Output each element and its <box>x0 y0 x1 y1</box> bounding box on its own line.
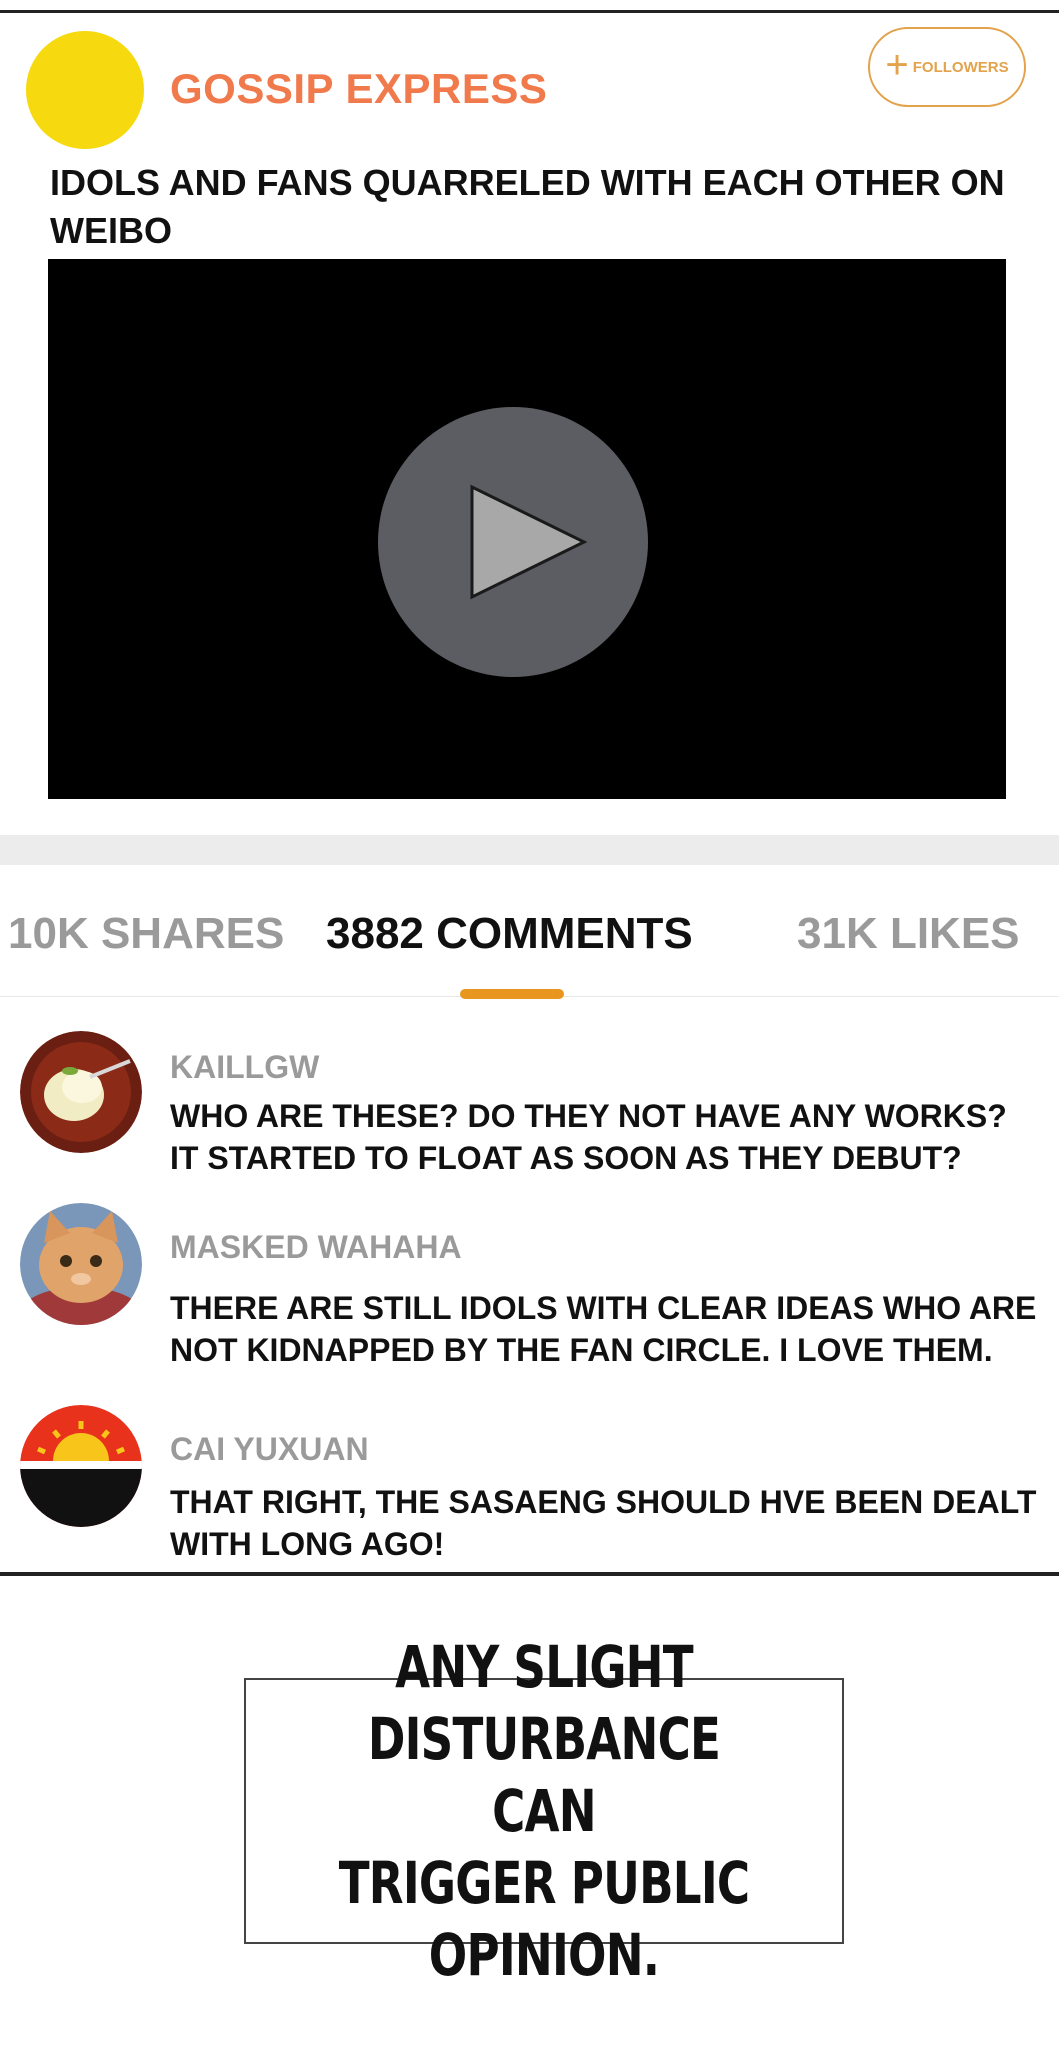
play-icon <box>470 484 588 600</box>
channel-name[interactable]: GOSSIP EXPRESS <box>170 65 547 113</box>
section-divider <box>0 835 1059 865</box>
follow-button[interactable]: + FOLLOWERS <box>868 27 1026 107</box>
channel-avatar[interactable] <box>26 31 144 149</box>
caption-box: ANY SLIGHT DISTURBANCE CAN TRIGGER PUBLI… <box>244 1633 844 1989</box>
comment-text: THAT RIGHT, THE SASAENG SHOULD HVE BEEN … <box>170 1484 1037 1562</box>
active-tab-indicator <box>460 989 564 999</box>
video-player[interactable] <box>48 259 1006 799</box>
follow-label: FOLLOWERS <box>912 58 1009 76</box>
comment-username[interactable]: CAI YUXUAN <box>170 1431 369 1468</box>
commenter-avatar[interactable] <box>20 1203 142 1325</box>
post-panel: GOSSIP EXPRESS + FOLLOWERS IDOLS AND FAN… <box>0 10 1059 1576</box>
cat-avatar-icon <box>20 1203 142 1325</box>
comment-text: WHO ARE THESE? DO THEY NOT HAVE ANY WORK… <box>170 1098 1007 1176</box>
engagement-tabs: 10K SHARES 3882 COMMENTS 31K LIKES <box>0 865 1059 999</box>
tab-comments[interactable]: 3882 COMMENTS <box>326 909 693 959</box>
tab-shares[interactable]: 10K SHARES <box>8 909 284 959</box>
plus-icon: + <box>885 43 909 87</box>
dessert-avatar-icon <box>20 1031 142 1153</box>
comment-username[interactable]: KAILLGW <box>170 1049 319 1086</box>
caption-text: ANY SLIGHT DISTURBANCE CAN TRIGGER PUBLI… <box>338 1633 750 1989</box>
commenter-avatar[interactable] <box>20 1031 142 1153</box>
comment-text: THERE ARE STILL IDOLS WITH CLEAR IDEAS W… <box>170 1290 1037 1368</box>
play-button[interactable] <box>378 407 648 677</box>
tab-likes[interactable]: 31K LIKES <box>797 909 1020 959</box>
commenter-avatar[interactable] <box>20 1405 142 1527</box>
post-headline: IDOLS AND FANS QUARRELED WITH EACH OTHER… <box>50 162 1005 251</box>
sunrise-avatar-icon <box>20 1405 142 1527</box>
comment-username[interactable]: MASKED WAHAHA <box>170 1229 462 1266</box>
